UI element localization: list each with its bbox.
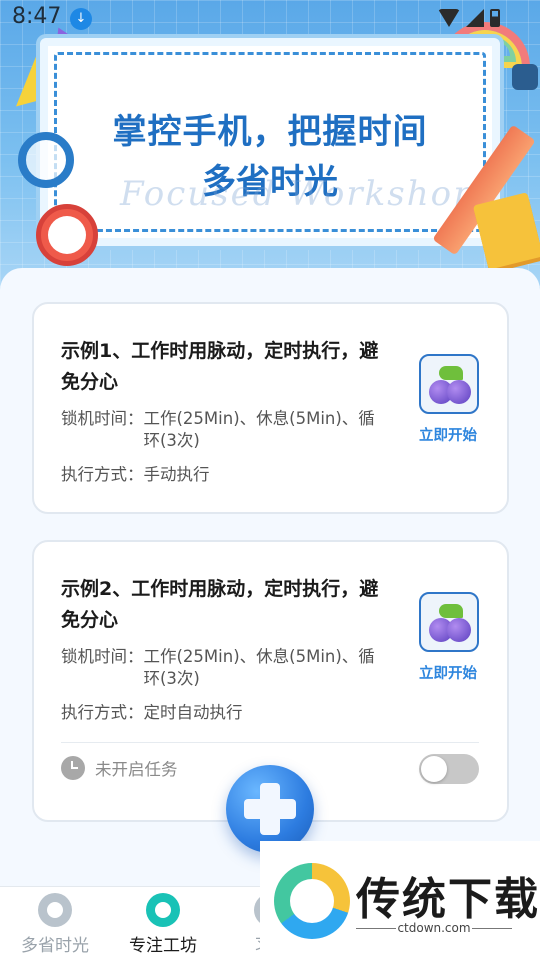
mode-value: 定时自动执行 bbox=[143, 703, 243, 722]
banner-board: 掌控手机，把握时间 多省时光 Focused Workshop bbox=[40, 38, 500, 246]
task-toggle[interactable] bbox=[419, 754, 479, 784]
system-icons bbox=[438, 8, 500, 28]
blueberry-app-icon[interactable] bbox=[419, 354, 479, 414]
plus-icon bbox=[244, 799, 296, 819]
add-task-button[interactable] bbox=[226, 765, 314, 853]
alarm-clock-icon bbox=[36, 204, 98, 266]
mode-row: 执行方式： 手动执行 bbox=[61, 464, 384, 486]
alarm-clock-icon bbox=[38, 893, 72, 927]
lock-time-row: 锁机时间： 工作(25Min)、休息(5Min)、循环(3次) bbox=[61, 408, 384, 452]
nav-label: 专注工坊 bbox=[129, 936, 197, 956]
lock-time-label: 锁机时间： bbox=[61, 409, 144, 428]
header-banner: 掌控手机，把握时间 多省时光 Focused Workshop bbox=[0, 0, 540, 290]
site-title: 传统下载 bbox=[356, 874, 540, 925]
status-time: 8:47 bbox=[12, 4, 62, 29]
badge-icon bbox=[512, 64, 538, 90]
banner-watermark-text: Focused Workshop bbox=[120, 174, 477, 214]
download-icon: ↓ bbox=[70, 8, 92, 30]
wifi-icon bbox=[438, 9, 460, 27]
banner-title-line1: 掌控手机，把握时间 bbox=[112, 112, 428, 152]
mode-label: 执行方式： bbox=[61, 465, 144, 484]
start-now-button[interactable]: 立即开始 bbox=[417, 662, 479, 683]
site-watermark-overlay: 传统下载 ctdown.com bbox=[260, 841, 540, 960]
divider bbox=[472, 928, 512, 929]
nav-label: 多省时光 bbox=[21, 936, 89, 956]
signal-icon bbox=[466, 9, 484, 27]
bulb-icon bbox=[146, 893, 180, 927]
toggle-knob bbox=[421, 756, 447, 782]
task-status: 未开启任务 bbox=[61, 756, 178, 780]
example-card-1[interactable]: 示例1、工作时用脉动，定时执行，避免分心 锁机时间： 工作(25Min)、休息(… bbox=[32, 302, 509, 514]
lock-time-value: 工作(25Min)、休息(5Min)、循环(3次) bbox=[143, 409, 375, 450]
site-logo-icon bbox=[274, 863, 350, 939]
card-title: 示例2、工作时用脉动，定时执行，避免分心 bbox=[61, 578, 379, 631]
lock-time-row: 锁机时间： 工作(25Min)、休息(5Min)、循环(3次) bbox=[61, 646, 384, 690]
clock-icon bbox=[61, 756, 85, 780]
start-now-button[interactable]: 立即开始 bbox=[417, 424, 479, 445]
status-bar: 8:47 ↓ bbox=[0, 0, 540, 36]
task-status-text: 未开启任务 bbox=[95, 760, 178, 779]
card-title: 示例1、工作时用脉动，定时执行，避免分心 bbox=[61, 340, 379, 393]
battery-icon bbox=[490, 9, 500, 27]
lock-time-label: 锁机时间： bbox=[61, 647, 144, 666]
mode-label: 执行方式： bbox=[61, 703, 144, 722]
magnifier-icon bbox=[18, 132, 74, 188]
divider bbox=[61, 742, 479, 743]
mode-value: 手动执行 bbox=[143, 465, 210, 484]
lock-time-value: 工作(25Min)、休息(5Min)、循环(3次) bbox=[143, 647, 375, 688]
nav-item-focus-workshop[interactable]: 专注工坊 bbox=[118, 891, 208, 956]
nav-item-time-saver[interactable]: 多省时光 bbox=[10, 891, 100, 956]
mode-row: 执行方式： 定时自动执行 bbox=[61, 702, 384, 724]
blueberry-app-icon[interactable] bbox=[419, 592, 479, 652]
